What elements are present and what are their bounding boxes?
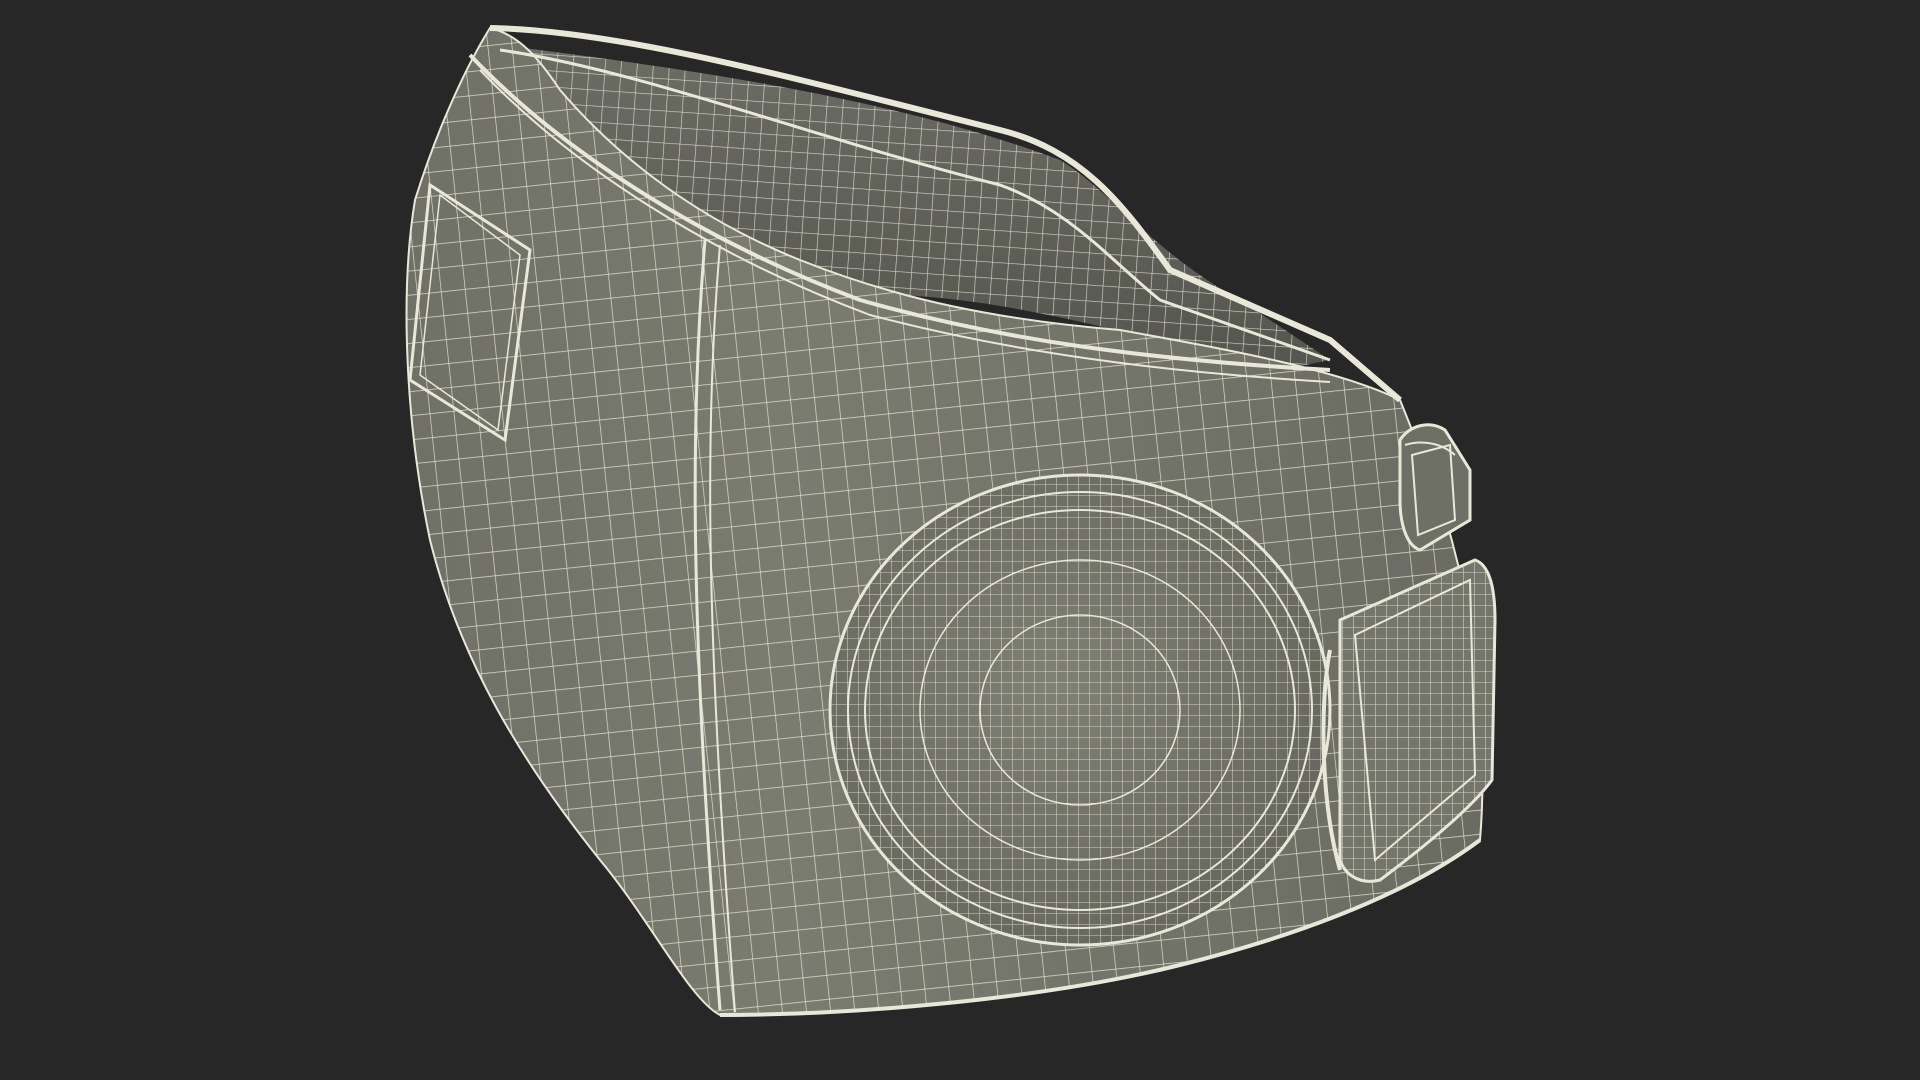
render-viewport <box>0 0 1920 1080</box>
buckle <box>1398 423 1472 552</box>
model-render <box>405 25 1497 1017</box>
round-pad <box>828 473 1332 947</box>
